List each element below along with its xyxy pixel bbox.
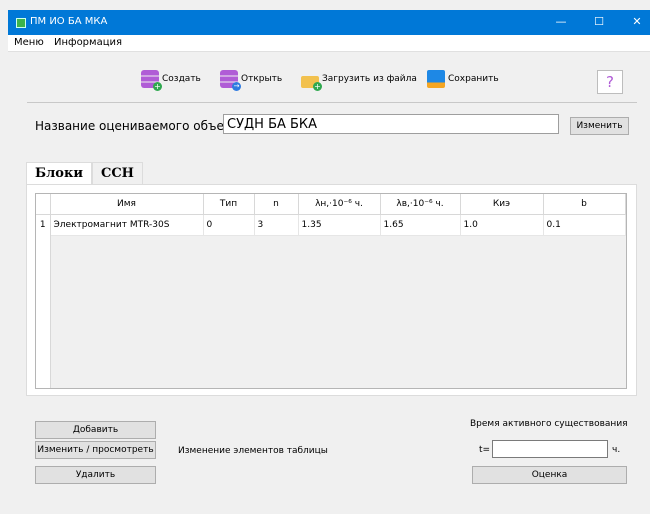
menu-item-info[interactable]: Информация bbox=[54, 37, 122, 48]
column-header-lambda-v[interactable]: λв,·10⁻⁶ ч. bbox=[380, 194, 461, 215]
blocks-panel: Имя Тип n λн,·10⁻⁶ ч. λв,·10⁻⁶ ч. Киэ b … bbox=[26, 184, 637, 396]
maximize-icon[interactable]: ☐ bbox=[588, 12, 610, 32]
object-name-field[interactable]: СУДН БА БКА bbox=[223, 114, 559, 134]
create-label: Создать bbox=[162, 74, 201, 84]
title-bar[interactable]: ПМ ИО БА МКА — ☐ ✕ bbox=[8, 10, 650, 35]
blocks-table[interactable]: Имя Тип n λн,·10⁻⁶ ч. λв,·10⁻⁶ ч. Киэ b … bbox=[35, 193, 627, 389]
database-add-icon: + bbox=[141, 70, 162, 91]
column-header-lambda-n[interactable]: λн,·10⁻⁶ ч. bbox=[298, 194, 381, 215]
edit-hint-label: Изменение элементов таблицы bbox=[178, 446, 328, 456]
toolbar: + Создать → Открыть + Загрузить из файла… bbox=[8, 52, 650, 102]
table-cell-lambda-v[interactable]: 1.65 bbox=[380, 214, 461, 236]
table-corner bbox=[36, 194, 51, 215]
tab-bar: Блоки ССН bbox=[26, 162, 143, 185]
table-header-row: Имя Тип n λн,·10⁻⁶ ч. λв,·10⁻⁶ ч. Киэ b bbox=[36, 194, 626, 215]
table-cell-b[interactable]: 0.1 bbox=[543, 214, 626, 236]
minimize-icon[interactable]: — bbox=[550, 12, 572, 32]
menu-item-menu[interactable]: Меню bbox=[14, 37, 44, 48]
add-button[interactable]: Добавить bbox=[35, 421, 156, 439]
table-cell-lambda-n[interactable]: 1.35 bbox=[298, 214, 381, 236]
column-header-kie[interactable]: Киэ bbox=[460, 194, 544, 215]
edit-view-button[interactable]: Изменить / просмотреть bbox=[35, 441, 156, 459]
window-title: ПМ ИО БА МКА bbox=[30, 16, 108, 27]
help-icon: ? bbox=[606, 73, 614, 91]
delete-button[interactable]: Удалить bbox=[35, 466, 156, 484]
folder-add-icon: + bbox=[301, 75, 322, 91]
object-name-label: Название оцениваемого объекта bbox=[35, 119, 246, 133]
hours-unit-label: ч. bbox=[612, 445, 621, 455]
create-button[interactable]: + Создать bbox=[141, 69, 201, 91]
help-button[interactable]: ? bbox=[597, 70, 623, 94]
save-button[interactable]: Сохранить bbox=[427, 69, 499, 89]
open-button[interactable]: → Открыть bbox=[220, 69, 283, 91]
app-icon bbox=[16, 18, 26, 28]
column-header-type[interactable]: Тип bbox=[203, 194, 255, 215]
table-cell-name[interactable]: Электромагнит MTR-30S bbox=[50, 214, 204, 236]
toolbar-separator bbox=[27, 102, 637, 103]
row-number[interactable]: 1 bbox=[36, 214, 51, 236]
row-header-strip bbox=[36, 235, 51, 388]
database-open-icon: → bbox=[220, 70, 241, 91]
column-header-name[interactable]: Имя bbox=[50, 194, 204, 215]
table-row[interactable]: 1 Электромагнит MTR-30S 0 3 1.35 1.65 1.… bbox=[36, 214, 626, 236]
tab-blocks[interactable]: Блоки bbox=[26, 162, 92, 185]
active-time-label: Время активного существования bbox=[470, 419, 628, 429]
column-header-b[interactable]: b bbox=[543, 194, 626, 215]
table-cell-kie[interactable]: 1.0 bbox=[460, 214, 544, 236]
blocks-grid: Имя Тип n λн,·10⁻⁶ ч. λв,·10⁻⁶ ч. Киэ b … bbox=[36, 194, 626, 236]
active-time-input[interactable] bbox=[492, 440, 608, 458]
t-label: t= bbox=[479, 445, 491, 455]
menu-bar: Меню Информация bbox=[8, 35, 650, 52]
evaluate-button[interactable]: Оценка bbox=[472, 466, 627, 484]
load-label: Загрузить из файла bbox=[322, 74, 417, 84]
table-cell-type[interactable]: 0 bbox=[203, 214, 255, 236]
table-cell-n[interactable]: 3 bbox=[254, 214, 299, 236]
close-icon[interactable]: ✕ bbox=[626, 12, 648, 32]
save-label: Сохранить bbox=[448, 74, 499, 84]
tab-ssn[interactable]: ССН bbox=[91, 162, 143, 185]
column-header-n[interactable]: n bbox=[254, 194, 299, 215]
save-icon bbox=[427, 70, 445, 88]
load-from-file-button[interactable]: + Загрузить из файла bbox=[301, 69, 417, 91]
main-window: ПМ ИО БА МКА — ☐ ✕ Меню Информация + Соз… bbox=[0, 0, 650, 514]
change-name-button[interactable]: Изменить bbox=[570, 117, 629, 135]
open-label: Открыть bbox=[241, 74, 283, 84]
